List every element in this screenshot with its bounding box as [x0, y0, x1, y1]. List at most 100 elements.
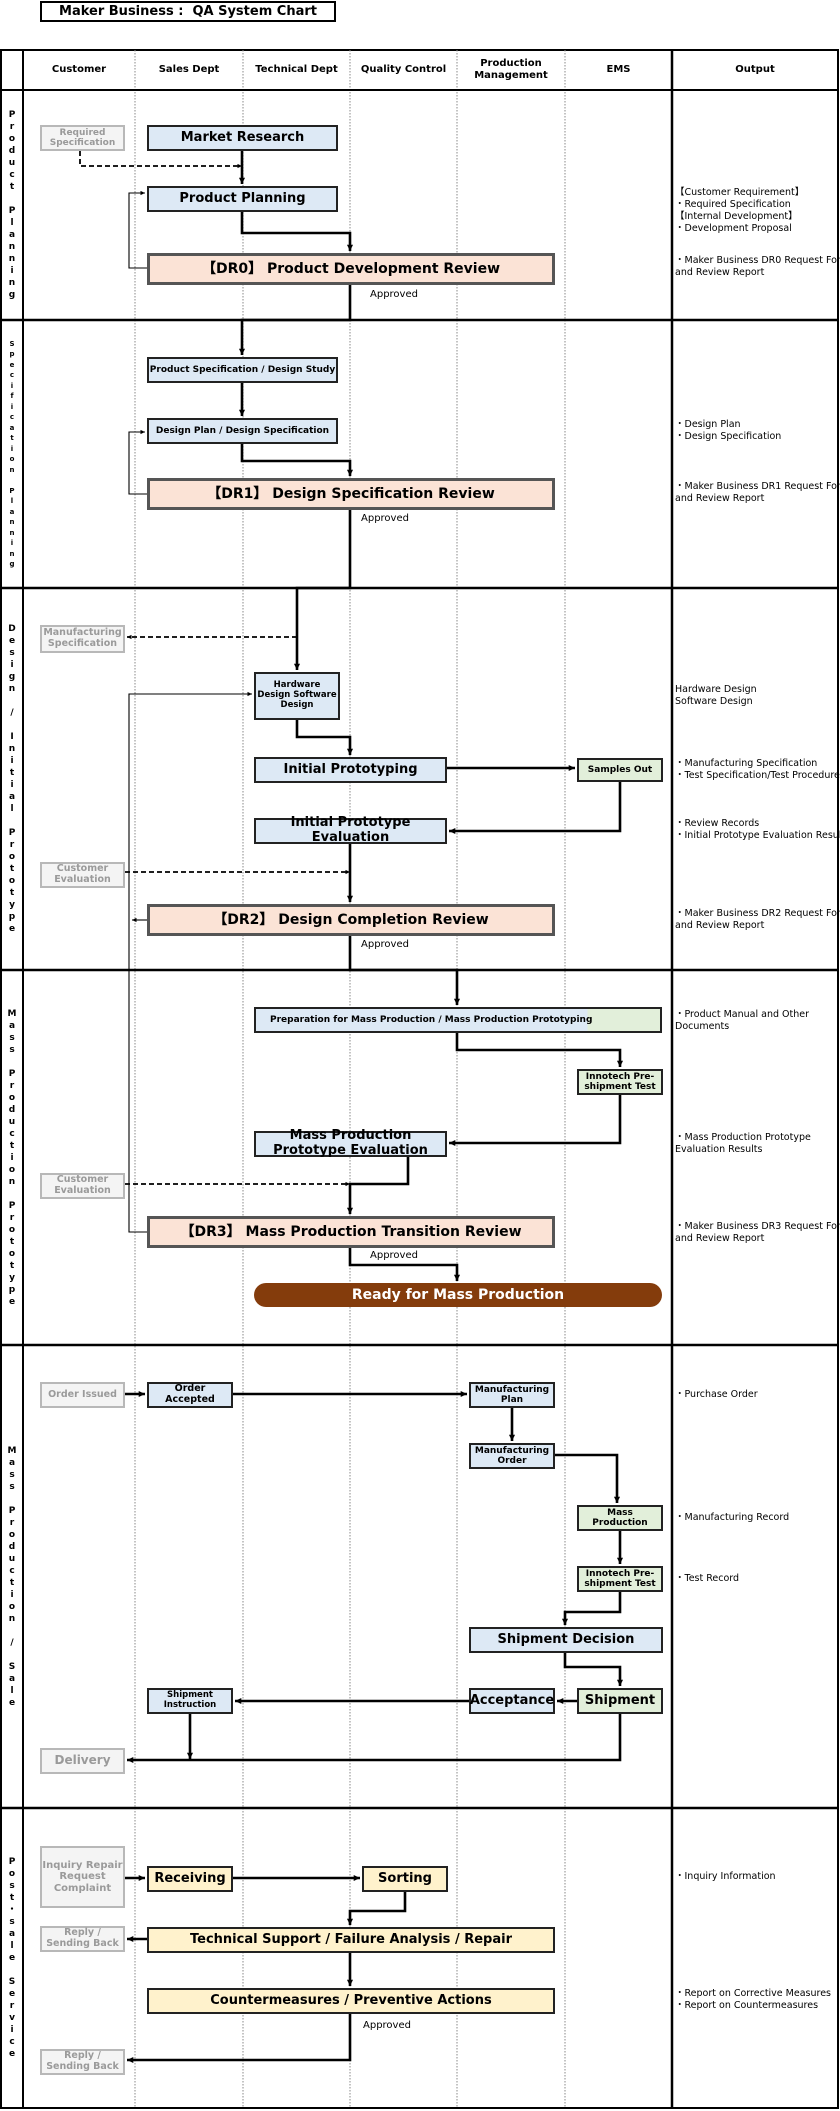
phase-label-char: l — [10, 804, 14, 814]
output-line: ・Review Records — [675, 818, 760, 829]
arrowhead-icon — [453, 1274, 461, 1281]
phase-label-char: u — [8, 1553, 16, 1564]
node-dr1: 【DR1】 Design Specification Review — [147, 478, 555, 510]
phase-label-char: y — [9, 900, 15, 910]
output-design-c: ・Review Records ・Initial Prototype Evalua… — [675, 818, 840, 842]
phase-label-char: n — [8, 242, 16, 252]
output-mps-a: ・Purchase Order — [675, 1389, 837, 1401]
phase-label-char: e — [8, 636, 16, 646]
flow-arrow — [449, 1095, 622, 1145]
phase-label-char: t — [9, 1260, 15, 1271]
phase-label-char: s — [9, 1917, 15, 1927]
flow-arrow — [128, 192, 147, 269]
output-line: ・Mass Production Prototype — [675, 1132, 811, 1143]
phase-label-char: a — [8, 1929, 16, 1939]
phase-label-char: e — [8, 1697, 16, 1708]
phase-label-char: p — [9, 350, 15, 358]
output-line: Software Design — [675, 696, 753, 707]
phase-label-char: r — [9, 1212, 15, 1223]
node-countermeasures: Countermeasures / Preventive Actions — [147, 1988, 555, 2014]
phase-label-char: o — [8, 1248, 16, 1259]
phase-label: Specification Planning — [1, 320, 23, 588]
arrowhead-icon — [140, 190, 145, 196]
node-shipment-decision: Shipment Decision — [469, 1627, 663, 1653]
node-acceptance: Acceptance — [469, 1688, 555, 1714]
phase-label-char: t — [10, 434, 14, 442]
phase-label-char: n — [8, 684, 16, 694]
arrowhead-icon — [346, 1207, 354, 1214]
phase-label-char: y — [9, 1272, 15, 1283]
phase-label-char: t — [9, 864, 15, 874]
arrowhead-icon — [616, 1557, 624, 1564]
column-header: Production Management — [474, 58, 548, 81]
phase-label-char: l — [10, 497, 14, 505]
phase-label-char: o — [8, 1869, 16, 1879]
output-mps-c: ・Test Record — [675, 1573, 837, 1585]
output-line: ・Development Proposal — [675, 223, 792, 234]
output-planning-b: ・Maker Business DR0 Request Form and Revi… — [675, 255, 840, 279]
phase-label-char: i — [10, 1589, 14, 1600]
phase-label-char: r — [9, 840, 15, 850]
arrowhead-icon — [127, 1756, 134, 1764]
phase-label-char: a — [8, 792, 16, 802]
phase-label-char: e — [8, 2049, 16, 2059]
arrowhead-icon — [235, 1697, 242, 1705]
arrowhead-icon — [247, 691, 252, 697]
output-line: ・Maker Business DR2 Request Form — [675, 908, 840, 919]
phase-label-char: D — [8, 624, 16, 634]
phase-label-char: s — [9, 648, 15, 658]
phase-label-char — [10, 1625, 13, 1637]
phase-label-char: a — [9, 423, 15, 432]
phase-label: Mass Production Prototype — [1, 970, 23, 1345]
node-shipment: Shipment — [577, 1688, 663, 1714]
phase-label-char — [10, 193, 13, 205]
node-initial-prototyping: Initial Prototyping — [254, 757, 447, 783]
phase-label-char: t — [9, 1893, 15, 1903]
output-line: ・Design Specification — [675, 431, 782, 442]
phase-label-char: t — [9, 768, 15, 778]
phase-label-char: S — [9, 339, 15, 348]
phase-label-char: o — [8, 134, 16, 144]
arrowhead-icon — [616, 1679, 624, 1686]
arrowhead-icon — [238, 348, 246, 355]
flow-arrow — [455, 1033, 622, 1067]
arrowhead-icon — [238, 177, 246, 184]
phase-label-char: r — [9, 1080, 15, 1091]
arrowhead-icon — [561, 1618, 569, 1625]
phase-label-char — [10, 695, 13, 707]
output-line: ・Maker Business DR1 Request Form — [675, 481, 840, 492]
phase-label-char: i — [10, 381, 14, 390]
flow-arrow — [127, 2014, 352, 2062]
node-prep-mass: Preparation for Mass Production / Mass P… — [254, 1007, 662, 1033]
phase-label: Product Planning — [1, 90, 23, 320]
phase-label-char: S — [8, 1977, 16, 1987]
output-line: ・Inquiry Information — [675, 1871, 776, 1882]
phase-label-char: / — [10, 1637, 14, 1648]
flow-arrow — [240, 212, 352, 251]
node-initial-eval: Initial Prototype Evaluation — [254, 815, 447, 845]
node-required-spec: Required Specification — [40, 125, 125, 151]
node-dr0: 【DR0】 Product Development Review — [147, 253, 555, 285]
output-line: Hardware Design — [675, 684, 757, 695]
output-line: ・Maker Business DR3 Request Form — [675, 1221, 840, 1232]
phase-label-char: g — [8, 672, 16, 682]
phase-label-char: p — [8, 912, 16, 922]
phase-label: Design / Initial Prototype — [1, 588, 23, 970]
phase-label-char: P — [8, 828, 16, 838]
output-spec-a: ・Design Plan ・Design Specification — [675, 419, 837, 443]
flow-arrow — [128, 431, 147, 495]
output-line: ・Report on Corrective Measures — [675, 1988, 831, 1999]
phase-label-char: a — [8, 230, 16, 240]
node-samples-out: Samples Out — [577, 758, 663, 782]
phase-label-char: p — [8, 1284, 16, 1295]
phase-label: Mass Production / Sale — [1, 1345, 23, 1808]
node-customer-eval-2: Customer Evaluation — [40, 1173, 125, 1199]
phase-label-char: l — [10, 1685, 14, 1696]
node-market-research: Market Research — [147, 125, 338, 151]
table-border — [0, 49, 839, 2109]
phase-label-char: M — [7, 1008, 17, 1019]
arrowhead-icon — [616, 1060, 624, 1067]
phase-label-char: n — [8, 254, 16, 264]
phase-label-char — [10, 719, 13, 731]
node-dr2: 【DR2】 Design Completion Review — [147, 904, 555, 936]
